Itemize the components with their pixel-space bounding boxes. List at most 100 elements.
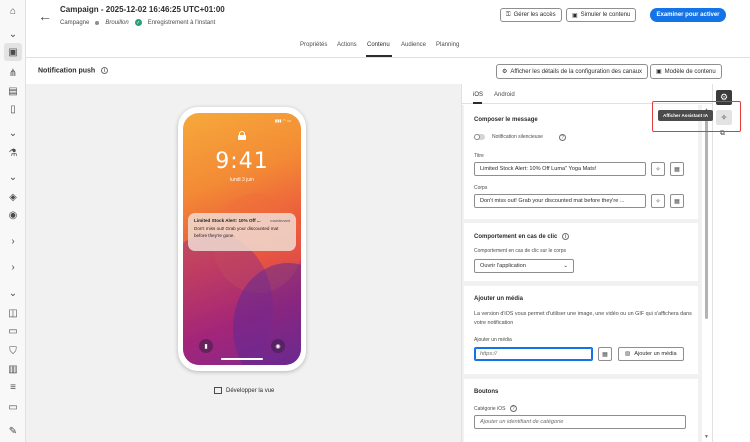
info-icon[interactable]: i: [562, 233, 570, 240]
template-icon: ▣: [656, 69, 662, 75]
tab-audience[interactable]: Audience: [401, 42, 426, 48]
silent-notification-toggle[interactable]: [474, 134, 485, 140]
edit-icon[interactable]: ✎: [6, 424, 20, 438]
tab-android[interactable]: Android: [494, 92, 515, 98]
content-icon[interactable]: ▤: [6, 84, 20, 98]
info-icon[interactable]: ?: [559, 134, 566, 141]
info-icon[interactable]: ?: [509, 405, 517, 412]
chevron-right-icon[interactable]: ›: [6, 234, 20, 248]
channel-icon[interactable]: ▣: [4, 43, 22, 61]
click-behavior-dropdown[interactable]: Ouvrir l'application ⌄: [474, 259, 574, 273]
phone-lock-screen: ▮▮▮ ◠ ▭ 9:41 lundi 3 juin Limited Stock …: [183, 113, 301, 365]
review-activate-button[interactable]: Examiner pour activer: [650, 8, 726, 22]
lock-icon: [238, 131, 246, 140]
click-behavior-title-text: Comportement en cas de clic: [474, 234, 558, 241]
template-label: Modèle de contenu: [664, 68, 716, 75]
title-field[interactable]: Limited Stock Alert: 10% Off Luma" Yoga …: [474, 162, 646, 176]
expand-icon: [214, 387, 222, 394]
lock-time: 9:41: [215, 149, 269, 174]
status-badge: Brouillon: [105, 19, 129, 26]
buttons-section: Boutons Catégorie iOS ? Ajouter un ident…: [464, 379, 698, 442]
breadcrumb[interactable]: Campagne: [60, 20, 89, 26]
compose-title: Composer le message: [474, 117, 538, 123]
back-arrow-icon[interactable]: ←: [38, 8, 52, 24]
tab-content[interactable]: Contenu: [367, 42, 390, 48]
campaign-header: ← Campaign - 2025-12-02 16:46:25 UTC+01:…: [26, 0, 750, 36]
manage-access-label: Gérer les accès: [513, 12, 556, 18]
body-field[interactable]: Don't miss out! Grab your discounted mat…: [474, 194, 646, 208]
panel-scrollbar[interactable]: ▲ ▼: [704, 105, 709, 442]
settings-icon: ⚙: [502, 69, 508, 75]
personalize-icon[interactable]: ▦: [598, 347, 612, 361]
shield-icon[interactable]: ⛉: [6, 344, 20, 358]
ios-category-label-text: Catégorie iOS: [474, 405, 506, 412]
add-media-button[interactable]: ▨ Ajouter un média: [618, 347, 684, 361]
list-icon[interactable]: ≡: [6, 380, 20, 394]
lock-icon: ⚿: [506, 11, 511, 18]
ai-wand-icon[interactable]: ✧: [651, 162, 665, 176]
personalize-icon[interactable]: ▦: [670, 194, 684, 208]
flask-icon[interactable]: ⚗: [6, 146, 20, 160]
id-card-icon[interactable]: ▭: [6, 324, 20, 338]
tab-ios[interactable]: iOS: [473, 92, 483, 98]
app-root: ⌂ ⌄ ▣ ⋔ ▤ ▯ ⌄ ⚗ ⌄ ◈ ◉ › › ⌄ ◫ ▭ ⛉ ▥ ≡ ▭ …: [0, 0, 750, 442]
home-indicator: [221, 358, 263, 360]
active-platform-indicator: [473, 102, 482, 104]
click-behavior-value: Ouvrir l'application: [480, 263, 526, 269]
status-dot-icon: [95, 20, 100, 25]
media-field-label: Ajouter un média: [474, 337, 512, 343]
channel-title: Notification push i: [38, 67, 109, 75]
expand-view-button[interactable]: Développer la vue: [214, 387, 274, 394]
dashboard-icon[interactable]: ▥: [6, 362, 20, 376]
preview-canvas: ▮▮▮ ◠ ▭ 9:41 lundi 3 juin Limited Stock …: [26, 84, 461, 442]
scrollbar-thumb[interactable]: [705, 119, 708, 319]
info-icon[interactable]: i: [101, 67, 109, 74]
lock-date: lundi 3 juin: [230, 177, 254, 183]
channel-config-details-button[interactable]: ⚙ Afficher les détails de la configurati…: [496, 64, 649, 79]
media-url-field[interactable]: https://: [474, 347, 593, 361]
offer-icon[interactable]: ◉: [6, 208, 20, 222]
tab-schedule[interactable]: Planning: [436, 42, 459, 48]
scroll-down-icon[interactable]: ▼: [704, 434, 709, 440]
channel-title-text: Notification push: [38, 67, 96, 75]
push-notification-preview: Limited Stock Alert: 10% Off ... mainten…: [188, 213, 296, 251]
flashlight-icon: ▮: [199, 339, 213, 353]
chevron-down-icon[interactable]: ⌄: [6, 170, 20, 184]
chevron-down-icon[interactable]: ⌄: [6, 286, 20, 300]
tab-actions[interactable]: Actions: [337, 42, 357, 48]
active-tab-indicator: [366, 55, 392, 57]
simulate-content-button[interactable]: ▣ Simuler le contenu: [566, 8, 637, 22]
personalize-icon[interactable]: ▦: [670, 162, 684, 176]
panel-scroll-area: Composer le message Notification silenci…: [462, 105, 702, 442]
right-toolbar: ⚙ ✧ ⧉: [712, 84, 750, 442]
chevron-down-icon[interactable]: ⌄: [6, 126, 20, 140]
content-template-button[interactable]: ▣ Modèle de contenu: [650, 64, 722, 79]
silent-notification-label: Notification silencieuse: [492, 134, 543, 140]
page-title: Campaign - 2025-12-02 16:46:25 UTC+01:00: [60, 5, 225, 14]
segment-icon[interactable]: ◫: [6, 306, 20, 320]
status-bar-icons: ▮▮▮ ◠ ▭: [274, 118, 291, 123]
journey-icon[interactable]: ⋔: [6, 66, 20, 80]
folder-icon[interactable]: ▭: [6, 400, 20, 414]
chevron-right-icon[interactable]: ›: [6, 260, 20, 274]
save-status: Enregistrement à l'instant: [147, 19, 216, 26]
tab-properties[interactable]: Propriétés: [300, 42, 327, 48]
manage-access-button[interactable]: ⚿ Gérer les accès: [500, 8, 562, 22]
title-label: Titre: [474, 153, 484, 159]
chevron-down-icon[interactable]: ⌄: [6, 27, 20, 41]
ios-category-field[interactable]: Ajouter un identifiant de catégorie: [474, 415, 686, 429]
click-behavior-section: Comportement en cas de clic i Comporteme…: [464, 223, 698, 281]
add-media-description: La version d'iOS vous permet d'utiliser …: [474, 311, 692, 326]
click-body-label: Comportement en cas de clic sur le corps: [474, 248, 566, 254]
decision-icon[interactable]: ◈: [6, 190, 20, 204]
body-label: Corps: [474, 185, 488, 191]
add-media-title: Ajouter un média: [474, 296, 524, 302]
properties-panel: iOS Android Composer le message Notifica…: [461, 84, 713, 442]
expand-view-label: Développer la vue: [226, 387, 275, 394]
ios-category-label: Catégorie iOS ?: [474, 405, 517, 412]
notification-body: Don't miss out! Grab your discounted mat…: [194, 226, 279, 238]
home-icon[interactable]: ⌂: [6, 4, 20, 18]
config-details-label: Afficher les détails de la configuration…: [510, 68, 643, 75]
ai-wand-icon[interactable]: ✧: [651, 194, 665, 208]
document-icon[interactable]: ▯: [6, 102, 20, 116]
